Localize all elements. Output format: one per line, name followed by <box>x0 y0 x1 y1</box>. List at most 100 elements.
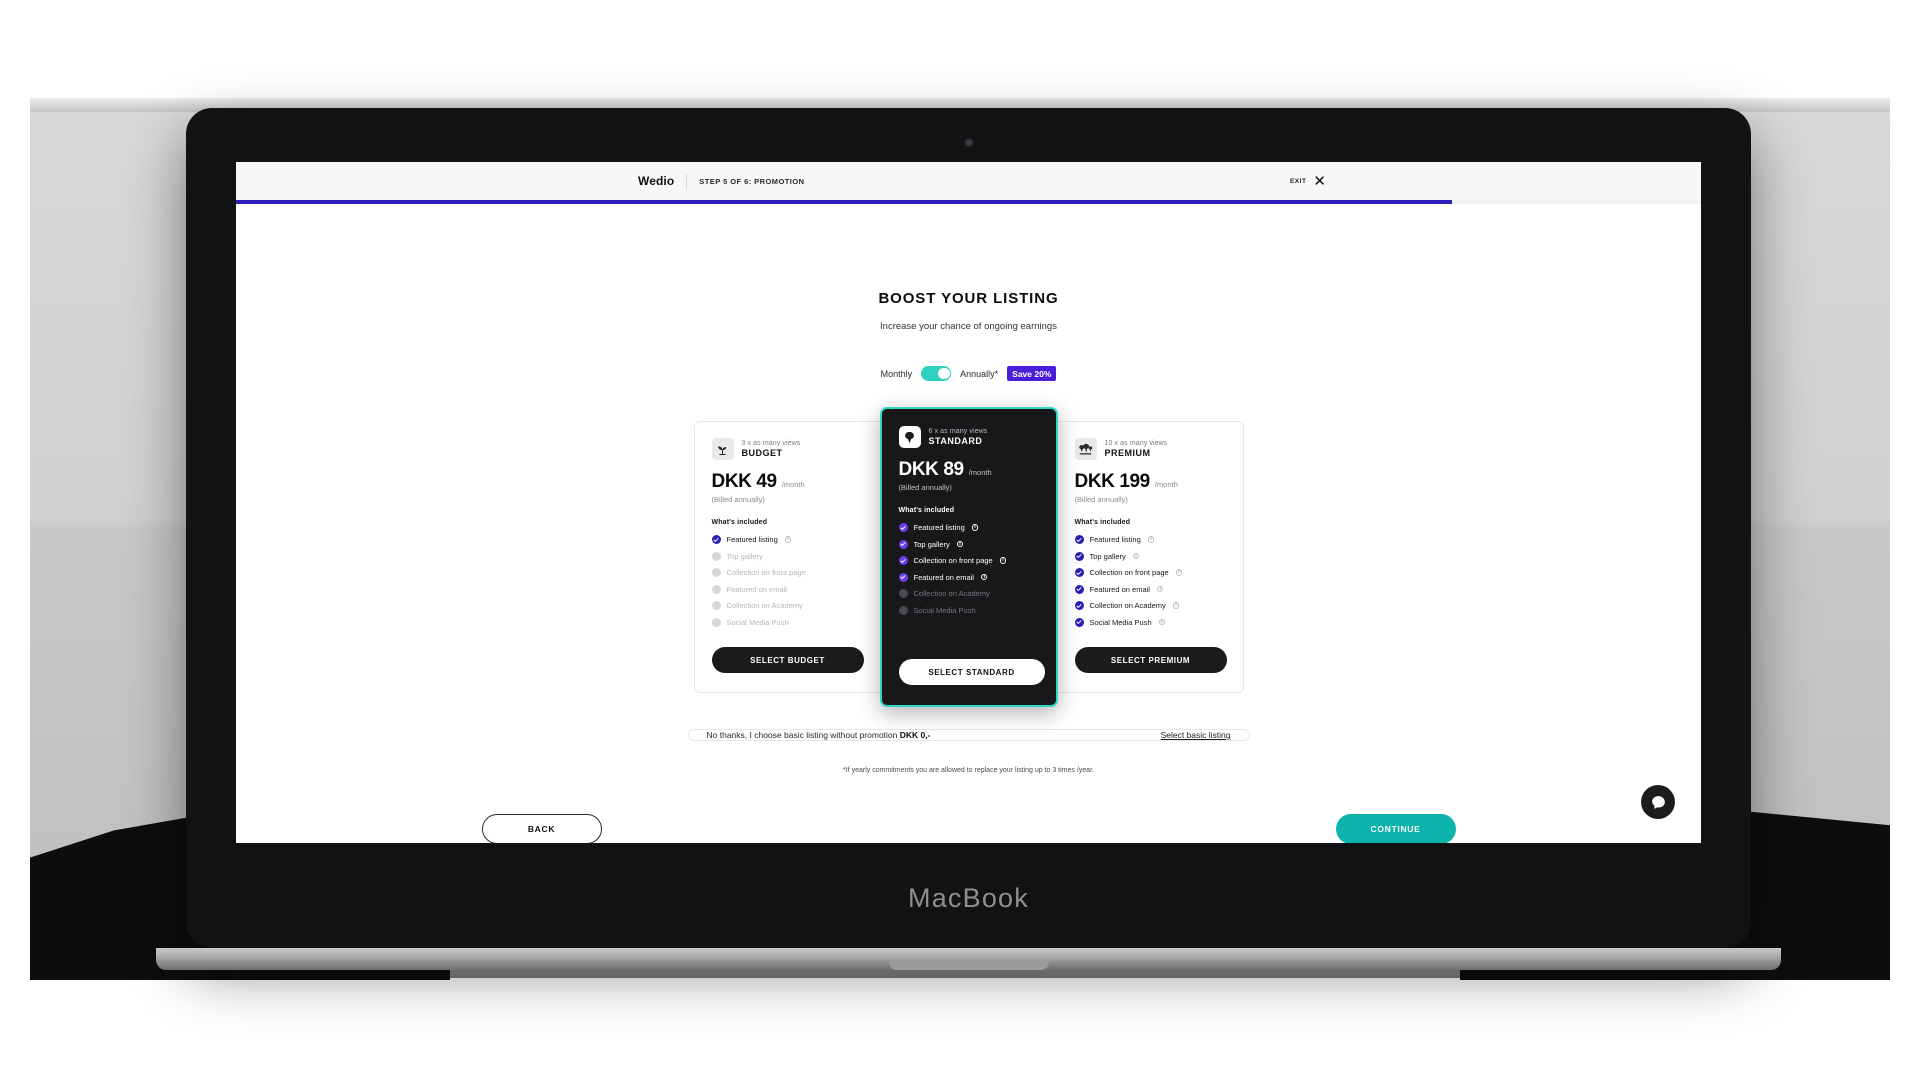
close-icon[interactable]: ✕ <box>1313 174 1326 189</box>
pricing-cards: 3 x as many views BUDGET DKK 49/month (Bill… <box>693 407 1244 707</box>
pricing-card-budget[interactable]: 3 x as many views BUDGET DKK 49/month (Bill… <box>693 421 880 693</box>
info-icon[interactable]: i <box>999 557 1007 564</box>
brand-divider <box>686 173 688 189</box>
plan-billing-note: (Billed annually) <box>711 495 765 504</box>
step-indicator: STEP 5 OF 6: PROMOTION <box>699 176 805 186</box>
check-icon <box>711 535 721 544</box>
basic-listing-text: No thanks, I choose basic listing withou… <box>707 730 931 740</box>
brand-group: Wedio STEP 5 OF 6: PROMOTION <box>638 173 805 189</box>
info-icon[interactable]: i <box>980 573 988 581</box>
feature-label: Collection on front page <box>1089 568 1169 577</box>
info-icon[interactable]: i <box>1172 602 1180 609</box>
info-icon[interactable]: i <box>956 540 964 548</box>
feature-item: Collection on Academy <box>711 601 863 610</box>
check-icon <box>898 572 908 582</box>
feature-label: Social Media Push <box>726 617 789 627</box>
save-badge: Save 20% <box>1007 366 1057 381</box>
select-budget-button[interactable]: SELECT BUDGET <box>711 647 864 673</box>
feature-item: Top gallery <box>711 551 863 561</box>
brand-logo[interactable]: Wedio <box>638 174 674 188</box>
plan-price-row: DKK 199/month <box>1075 471 1226 493</box>
info-icon[interactable]: i <box>1147 536 1155 543</box>
disabled-dot-icon <box>898 589 908 598</box>
info-icon[interactable]: i <box>1156 585 1164 593</box>
exit-group[interactable]: EXIT ✕ <box>1290 174 1326 189</box>
pricing-card-standard[interactable]: 6 x as many views STANDARD DKK 89/month (Bi… <box>879 407 1058 707</box>
basic-listing-price: DKK 0,- <box>899 730 931 740</box>
info-icon[interactable]: i <box>971 524 979 531</box>
feature-label: Featured on email <box>913 572 974 582</box>
feature-item: Featured listing i <box>1074 535 1226 544</box>
plan-header: 6 x as many views STANDARD <box>898 426 1039 448</box>
webcam-icon <box>964 138 973 147</box>
select-standard-button[interactable]: SELECT STANDARD <box>898 659 1045 685</box>
feature-label: Collection on Academy <box>1089 601 1166 610</box>
disabled-dot-icon <box>711 568 721 577</box>
check-icon <box>1074 601 1084 610</box>
check-icon <box>898 539 908 549</box>
plan-views-multiplier: 3 x as many views <box>741 440 801 447</box>
wizard-footer: BACK CONTINUE <box>374 814 1564 843</box>
plan-price-period: /month <box>781 480 805 489</box>
continue-button[interactable]: CONTINUE <box>1335 814 1456 843</box>
select-basic-listing-link[interactable]: Select basic listing <box>1161 730 1231 740</box>
plan-views-multiplier: 10 x as many views <box>1104 440 1168 447</box>
feature-item: Collection on Academy i <box>1074 601 1226 610</box>
chat-bubble-icon[interactable] <box>1641 785 1675 819</box>
feature-label: Collection on front page <box>726 568 806 577</box>
feature-label: Featured listing <box>1089 535 1141 544</box>
feature-label: Featured listing <box>913 523 965 532</box>
plan-price: DKK 199 <box>1074 471 1151 492</box>
page-content: BOOST YOUR LISTING Increase your chance … <box>236 204 1701 843</box>
feature-item: Featured listing i <box>898 523 1039 532</box>
disabled-dot-icon <box>898 605 908 615</box>
select-premium-button[interactable]: SELECT PREMIUM <box>1074 647 1227 673</box>
feature-item: Collection on front page <box>711 568 863 577</box>
info-icon[interactable]: i <box>1132 552 1140 560</box>
plan-price-period: /month <box>968 468 992 477</box>
included-heading: What's included <box>711 519 768 526</box>
plan-price: DKK 89 <box>898 459 965 480</box>
feature-item: Social Media Push <box>711 617 863 627</box>
disabled-dot-icon <box>711 617 721 627</box>
page-subtitle: Increase your chance of ongoing earnings <box>880 321 1057 332</box>
feature-item: Collection on front page i <box>898 556 1039 565</box>
plan-header: 10 x as many views PREMIUM <box>1074 438 1226 460</box>
plan-meta: 10 x as many views PREMIUM <box>1105 440 1168 458</box>
plan-meta: 3 x as many views BUDGET <box>742 440 801 458</box>
back-button[interactable]: BACK <box>481 814 602 843</box>
page-title: BOOST YOUR LISTING <box>878 290 1059 307</box>
plan-billing-note: (Billed annually) <box>898 483 952 492</box>
feature-label: Featured on email <box>1089 584 1150 594</box>
billing-toggle-switch[interactable] <box>921 366 952 381</box>
feature-label: Top gallery <box>913 539 950 549</box>
check-icon <box>1074 568 1084 577</box>
plan-price: DKK 49 <box>711 471 778 492</box>
seedling-icon <box>711 438 734 460</box>
info-icon[interactable]: i <box>784 536 792 543</box>
feature-item: Collection on Academy <box>898 589 1039 598</box>
feature-label: Top gallery <box>1089 551 1126 561</box>
app-topbar: Wedio STEP 5 OF 6: PROMOTION EXIT ✕ <box>236 162 1701 200</box>
feature-label: Top gallery <box>726 551 763 561</box>
billing-annually-label[interactable]: Annually* <box>960 369 998 379</box>
check-icon <box>898 523 908 532</box>
info-icon[interactable]: i <box>1175 569 1183 576</box>
exit-label: EXIT <box>1289 177 1307 185</box>
feature-label: Collection on front page <box>913 556 993 565</box>
feature-item: Social Media Push <box>898 605 1039 615</box>
feature-item: Social Media Push i <box>1074 617 1226 627</box>
included-heading: What's included <box>898 507 955 514</box>
feature-item: Collection on front page i <box>1074 568 1226 577</box>
check-icon <box>1074 617 1084 627</box>
plan-billing-note: (Billed annually) <box>1074 495 1128 504</box>
check-icon <box>1074 551 1084 561</box>
app-window: Wedio STEP 5 OF 6: PROMOTION EXIT ✕ BOOS… <box>236 162 1701 843</box>
check-icon <box>1074 584 1084 594</box>
feature-label: Social Media Push <box>1089 617 1152 627</box>
info-icon[interactable]: i <box>1158 618 1166 626</box>
billing-monthly-label[interactable]: Monthly <box>881 369 913 379</box>
feature-item: Featured on email i <box>1074 584 1226 594</box>
pricing-card-premium[interactable]: 10 x as many views PREMIUM DKK 199/month (B… <box>1057 421 1244 693</box>
feature-label: Collection on Academy <box>726 601 803 610</box>
